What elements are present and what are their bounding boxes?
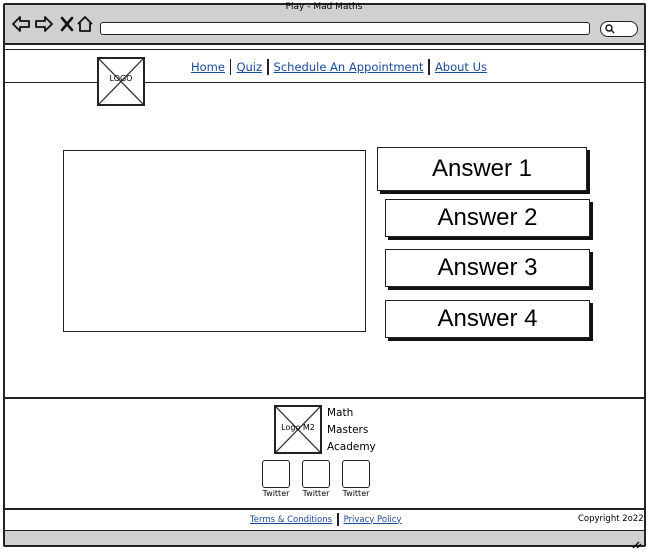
legal-separator xyxy=(337,513,339,526)
home-icon[interactable] xyxy=(76,15,94,33)
nav-link-quiz[interactable]: Quiz xyxy=(236,60,262,74)
close-icon[interactable] xyxy=(58,15,76,33)
social-label: Twitter xyxy=(302,489,330,498)
academy-name: Math Masters Academy xyxy=(327,405,376,456)
academy-line: Academy xyxy=(327,441,376,453)
nav-divider xyxy=(229,59,232,75)
answer-button-4[interactable]: Answer 4 xyxy=(385,300,590,338)
address-bar[interactable] xyxy=(100,22,590,35)
search-box[interactable] xyxy=(600,21,638,37)
nav-link-schedule[interactable]: Schedule An Appointment xyxy=(274,60,424,74)
privacy-link[interactable]: Privacy Policy xyxy=(344,515,402,525)
footer-logo-label: Logo M2 xyxy=(281,423,315,432)
logo-label: LOGO xyxy=(109,74,133,83)
academy-line: Masters xyxy=(327,424,369,436)
window-title: Play - Mad Maths xyxy=(285,2,363,12)
nav-divider xyxy=(428,59,430,75)
academy-line: Math xyxy=(327,407,354,419)
twitter-link-3[interactable] xyxy=(342,460,370,488)
answer-button-1[interactable]: Answer 1 xyxy=(377,147,587,191)
question-panel xyxy=(63,150,366,332)
answer-button-3[interactable]: Answer 3 xyxy=(385,249,590,287)
back-arrow-icon[interactable] xyxy=(12,15,30,33)
terms-link[interactable]: Terms & Conditions xyxy=(250,515,332,525)
nav-divider xyxy=(267,59,269,75)
copyright-text: Copyright 2o22 xyxy=(578,514,644,524)
forward-arrow-icon[interactable] xyxy=(35,15,53,33)
nav-link-home[interactable]: Home xyxy=(191,60,225,74)
status-bar xyxy=(5,530,644,545)
main-nav: Home Quiz Schedule An Appointment About … xyxy=(191,58,487,76)
social-label: Twitter xyxy=(262,489,290,498)
footer-divider xyxy=(5,397,644,399)
resize-grip-icon[interactable] xyxy=(630,534,642,549)
legal-divider xyxy=(5,508,644,510)
twitter-link-1[interactable] xyxy=(262,460,290,488)
search-icon xyxy=(605,24,615,34)
answer-button-2[interactable]: Answer 2 xyxy=(385,199,590,237)
twitter-link-2[interactable] xyxy=(302,460,330,488)
legal-links: Terms & Conditions Privacy Policy xyxy=(250,513,402,526)
nav-link-about[interactable]: About Us xyxy=(435,60,487,74)
social-label: Twitter xyxy=(342,489,370,498)
